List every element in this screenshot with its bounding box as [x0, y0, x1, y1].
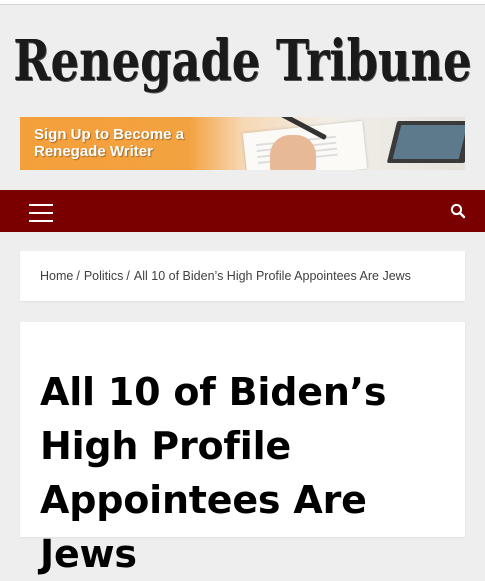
site-header: Renegade Tribune Sign Up to Become a Ren… — [0, 5, 485, 190]
search-icon[interactable] — [450, 203, 466, 219]
banner-line-2: Renegade Writer — [34, 143, 153, 160]
banner-line-1: Sign Up to Become a — [34, 126, 185, 143]
article-card: All 10 of Biden’s High Profile Appointee… — [20, 322, 465, 576]
hamburger-menu-icon[interactable] — [28, 200, 55, 222]
site-logo-text: Renegade Tribune — [13, 28, 472, 94]
breadcrumb: Home / Politics / All 10 of Biden’s High… — [20, 251, 465, 301]
banner-text: Sign Up to Become a Renegade Writer — [34, 126, 184, 160]
laptop-illustration — [386, 121, 465, 163]
breadcrumb-separator: / — [126, 269, 130, 283]
breadcrumb-current-page: All 10 of Biden’s High Profile Appointee… — [133, 269, 411, 283]
breadcrumb-politics-link[interactable]: Politics — [84, 269, 124, 283]
article-title: All 10 of Biden’s High Profile Appointee… — [40, 370, 387, 576]
breadcrumb-separator: / — [76, 269, 80, 283]
site-logo[interactable]: Renegade Tribune — [13, 27, 471, 95]
main-navbar — [0, 190, 485, 232]
writer-signup-banner[interactable]: Sign Up to Become a Renegade Writer — [20, 117, 465, 170]
breadcrumb-home-link[interactable]: Home — [40, 269, 73, 283]
hand-illustration — [270, 135, 316, 170]
